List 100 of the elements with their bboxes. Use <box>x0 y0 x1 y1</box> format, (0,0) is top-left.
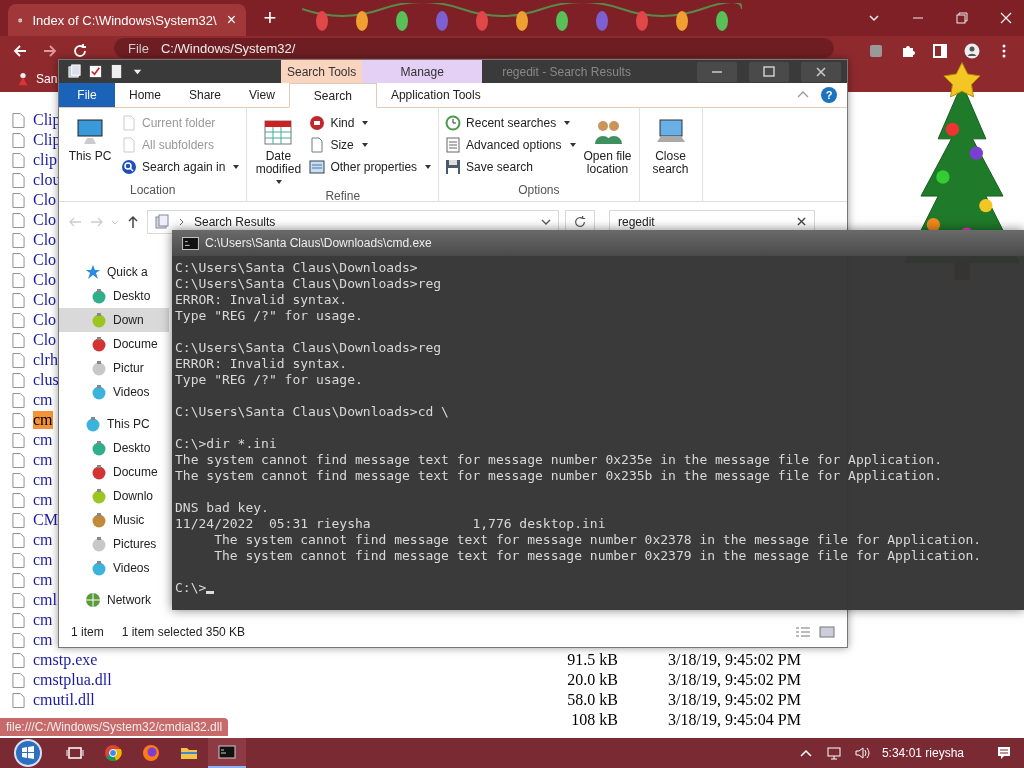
file-link[interactable]: cml <box>33 591 57 609</box>
nav-item[interactable]: Deskto <box>59 284 169 308</box>
puzzle-icon[interactable] <box>900 43 916 59</box>
close-button[interactable] <box>801 61 841 82</box>
forward-arrow-icon[interactable] <box>42 43 58 59</box>
file-link[interactable]: cm <box>33 611 53 629</box>
nav-item[interactable]: Pictures <box>59 532 169 556</box>
minimize-icon <box>712 70 722 73</box>
file-link[interactable]: cm <box>33 631 53 649</box>
ribbon-button[interactable]: Search again in <box>121 156 241 178</box>
file-link[interactable]: cm <box>33 471 53 489</box>
file-link[interactable]: Clo <box>33 311 57 329</box>
file-icon <box>12 572 25 588</box>
file-link[interactable]: cm <box>33 431 53 449</box>
ribbon-button[interactable]: This PC <box>65 112 115 183</box>
nav-item[interactable]: Downlo <box>59 484 169 508</box>
file-link[interactable]: cmutil.dll <box>33 691 95 708</box>
ribbon-button[interactable]: Save search <box>445 156 577 178</box>
help-icon[interactable]: ? <box>821 87 837 103</box>
ribbon-tab[interactable]: Share <box>175 83 236 107</box>
file-tab[interactable]: File <box>59 83 115 107</box>
bookmark[interactable]: San <box>16 72 58 86</box>
profile-icon[interactable] <box>964 43 980 59</box>
nav-item[interactable]: Network <box>59 588 169 612</box>
page-icon[interactable] <box>109 64 124 79</box>
nav-item[interactable]: Docume <box>59 332 169 356</box>
nav-item[interactable]: Pictur <box>59 356 169 380</box>
back-arrow-icon[interactable] <box>12 43 28 59</box>
close-tab-button[interactable]: × <box>226 11 236 29</box>
ribbon-button[interactable]: Advanced options <box>445 134 577 156</box>
file-link[interactable]: clus <box>33 371 59 389</box>
nav-item[interactable]: Quick a <box>59 260 169 284</box>
start-orb-icon[interactable] <box>13 738 43 768</box>
reload-icon[interactable] <box>72 43 88 59</box>
taskbar-app[interactable] <box>208 738 246 768</box>
nav-item[interactable]: Down <box>59 308 169 332</box>
file-icon <box>12 592 25 608</box>
file-link[interactable]: cm <box>33 571 53 589</box>
nav-item[interactable]: This PC <box>59 412 169 436</box>
ribbon-button[interactable]: Size <box>309 134 433 156</box>
new-tab-button[interactable]: + <box>258 5 282 31</box>
ribbon-button[interactable]: Recent searches <box>445 112 577 134</box>
file-link[interactable]: clip <box>33 151 57 169</box>
file-link[interactable]: cm <box>33 411 53 429</box>
clear-icon[interactable] <box>797 217 806 226</box>
volume-icon[interactable] <box>853 745 870 761</box>
file-link[interactable]: Clo <box>33 211 57 229</box>
checkmark-icon[interactable] <box>88 64 103 79</box>
file-link[interactable]: Clo <box>33 191 57 209</box>
file-link[interactable]: cm <box>33 551 53 569</box>
ribbon-tab[interactable]: Home <box>115 83 175 107</box>
nav-item[interactable]: Videos <box>59 556 169 580</box>
nav-item[interactable]: Videos <box>59 380 169 404</box>
ribbon-tab[interactable]: Application Tools <box>376 83 495 107</box>
file-link[interactable]: cmstp.exe <box>33 651 98 668</box>
ribbon-tab[interactable]: Search <box>288 83 377 108</box>
thumbnail-view-icon[interactable] <box>819 626 835 638</box>
tag-icon <box>309 115 326 131</box>
maximize-button[interactable] <box>749 61 789 82</box>
nav-item[interactable]: Deskto <box>59 436 169 460</box>
star-icon <box>85 264 101 280</box>
ornament-icon <box>91 560 107 576</box>
ornament-icon <box>91 336 107 352</box>
network-icon[interactable] <box>825 745 842 761</box>
firefox-icon <box>142 744 160 762</box>
file-link[interactable]: Clo <box>33 231 57 249</box>
file-link[interactable]: clrh <box>33 351 58 369</box>
nav-item[interactable]: Music <box>59 508 169 532</box>
ribbon-tab[interactable]: View <box>235 83 289 107</box>
file-size: 91.5 kB <box>566 651 618 669</box>
ribbon-button[interactable]: Other properties <box>309 156 433 178</box>
nav-item[interactable]: Docume <box>59 460 169 484</box>
file-link[interactable]: Clo <box>33 291 57 309</box>
restore-icon[interactable] <box>954 10 970 26</box>
browser-tab[interactable]: Index of C:\Windows\System32\ × <box>8 4 246 36</box>
file-icon <box>12 552 25 568</box>
file-link[interactable]: cm <box>33 491 53 509</box>
ribbon-button[interactable]: Date modified <box>253 112 304 189</box>
file-link[interactable]: cm <box>33 391 53 409</box>
ribbon-button[interactable]: Close search <box>645 112 696 201</box>
file-icon <box>12 652 25 668</box>
close-icon[interactable] <box>998 10 1014 26</box>
ribbon-button[interactable]: Kind <box>309 112 433 134</box>
extension-icon[interactable] <box>868 43 884 59</box>
file-link[interactable]: Clo <box>33 271 57 289</box>
file-icon <box>12 632 25 648</box>
file-link[interactable]: Clo <box>33 251 57 269</box>
minimize-button[interactable] <box>697 61 737 82</box>
file-link[interactable]: cm <box>33 451 53 469</box>
sidebar-icon[interactable] <box>932 43 948 59</box>
folder-icon[interactable] <box>67 64 82 79</box>
notification-icon[interactable] <box>996 745 1012 761</box>
clock-text[interactable]: 5:34:01 rieysha <box>881 746 964 760</box>
file-link[interactable]: cm <box>33 531 53 549</box>
file-link[interactable]: CM <box>33 511 58 529</box>
file-icon <box>12 132 25 148</box>
file-link[interactable]: cmstplua.dll <box>33 671 112 688</box>
address-bar[interactable]: File C:/Windows/System32/ <box>114 38 834 58</box>
ribbon-button[interactable]: Open file location <box>582 112 633 183</box>
file-link[interactable]: Clo <box>33 331 57 349</box>
